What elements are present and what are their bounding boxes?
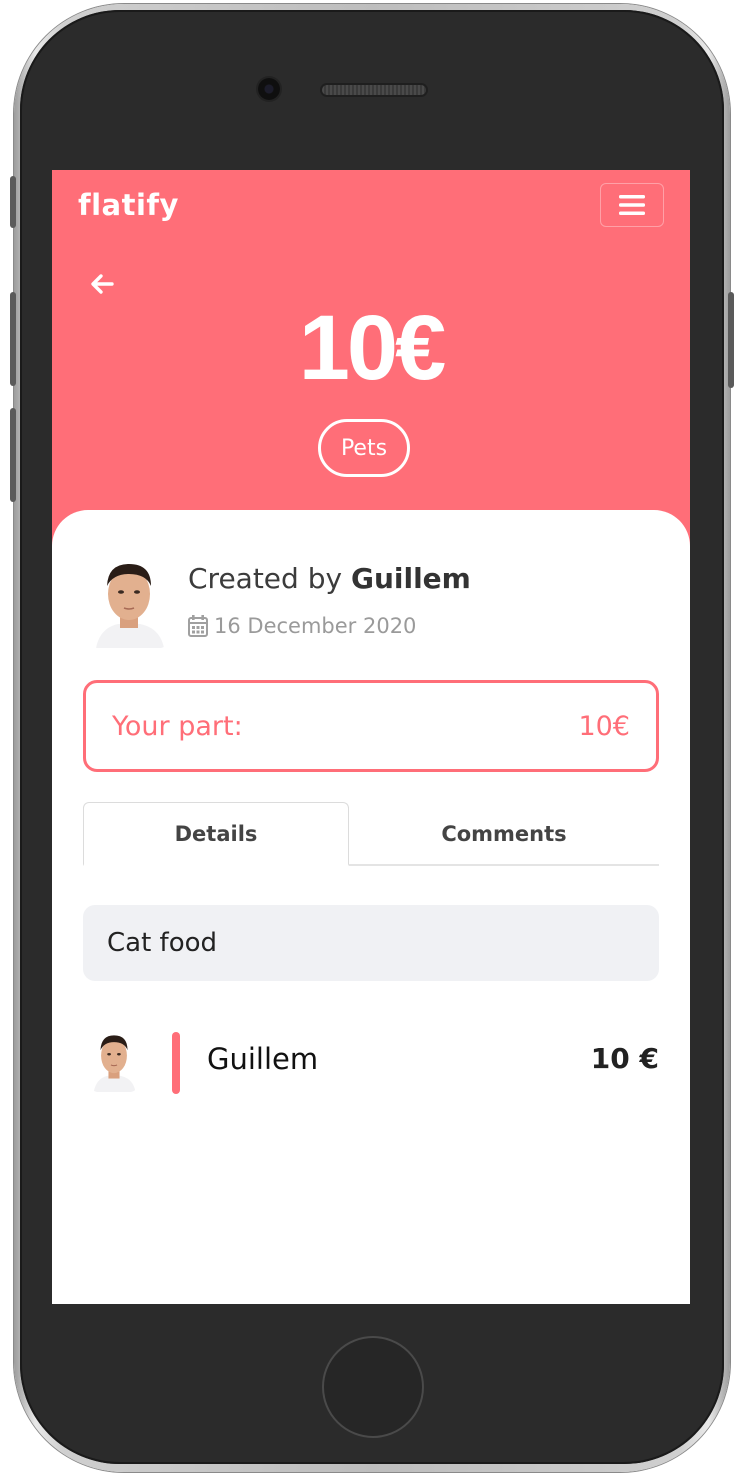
expense-details-card: Created by Guillem 16 December 2020 Your… xyxy=(52,510,690,1304)
creator-avatar xyxy=(90,556,168,648)
detail-tabs: Details Comments xyxy=(83,802,659,866)
category-badge[interactable]: Pets xyxy=(318,419,410,477)
power-button xyxy=(728,292,734,388)
front-camera xyxy=(258,78,280,100)
calendar-icon xyxy=(188,615,208,637)
expense-date: 16 December 2020 xyxy=(188,614,416,638)
volume-down-button xyxy=(10,408,16,502)
arrow-left-icon xyxy=(91,274,114,294)
back-button[interactable] xyxy=(88,270,124,298)
app-screen: flatify 10€ Pets Created by Guillem 16 D… xyxy=(52,170,690,1304)
date-text: 16 December 2020 xyxy=(214,614,417,638)
expense-description: Cat food xyxy=(83,905,659,981)
tab-details[interactable]: Details xyxy=(83,802,349,866)
mute-switch xyxy=(10,176,16,228)
split-member-name: Guillem xyxy=(207,1042,319,1076)
earpiece-speaker xyxy=(322,85,426,95)
your-part-value: 10€ xyxy=(578,710,630,742)
tab-comments[interactable]: Comments xyxy=(349,802,659,866)
expense-amount: 10€ xyxy=(298,297,447,399)
hamburger-icon xyxy=(619,195,645,215)
your-part-label: Your part: xyxy=(112,710,243,742)
split-member-amount: 10 € xyxy=(590,1042,659,1075)
split-color-bar xyxy=(172,1032,180,1094)
creator-name: Guillem xyxy=(350,562,471,595)
home-button[interactable] xyxy=(322,1336,424,1438)
created-by-prefix: Created by xyxy=(188,562,343,595)
your-part-box: Your part: 10€ xyxy=(83,680,659,772)
app-logo[interactable]: flatify xyxy=(78,188,179,222)
split-member-avatar xyxy=(90,1030,138,1092)
expense-header: flatify 10€ Pets xyxy=(52,170,690,550)
volume-up-button xyxy=(10,292,16,386)
menu-button[interactable] xyxy=(600,183,664,227)
created-by-text: Created by Guillem xyxy=(188,562,471,595)
